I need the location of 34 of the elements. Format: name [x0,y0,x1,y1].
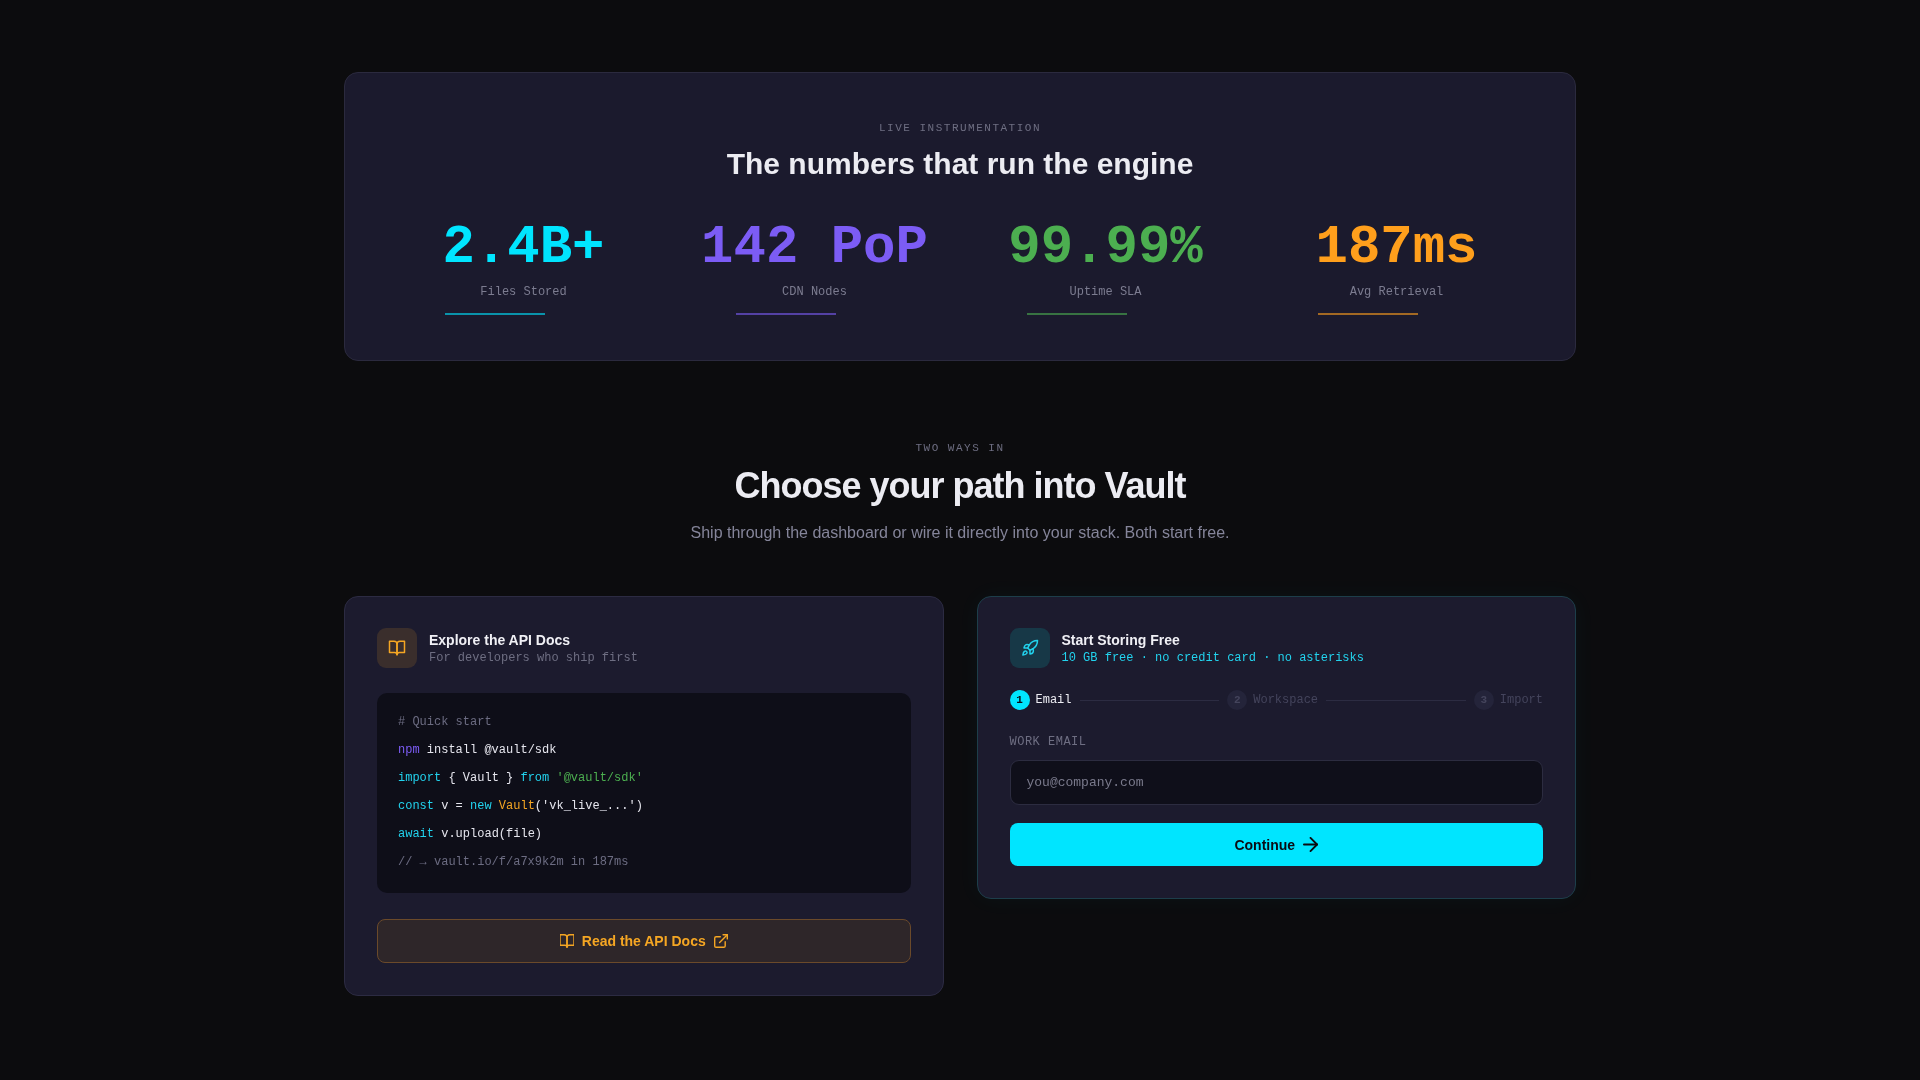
stat-value: 2.4B+ [442,218,605,278]
email-field[interactable]: you@company.com [1009,760,1543,805]
step-number: 1 [1009,690,1030,710]
code-line: import { Vault } from '@vault/sdk' [398,770,643,787]
book-icon [377,628,417,668]
code-line: const v = new Vault('vk_live_...') [398,798,643,815]
stat-label: Files Stored [480,285,567,299]
eyebrow-label: LIVE INSTRUMENTATION [879,121,1041,135]
stat-label: CDN Nodes [782,285,847,299]
book-icon [559,934,574,948]
external-link-icon [713,934,728,948]
stat-value: 99.99% [1008,218,1203,278]
stat-value: 142 PoP [701,218,928,278]
step-label: Email [1035,693,1072,707]
stat-label: Avg Retrieval [1349,285,1444,299]
card-subtitle: 10 GB free · no credit card · no asterisks [1061,650,1364,665]
card-title: Explore the API Docs [429,631,571,649]
continue-button[interactable]: Continue [1009,823,1543,866]
card-title: Start Storing Free [1061,631,1180,649]
code-line: npm install @vault/sdk [398,742,557,759]
stat-label: Uptime SLA [1069,285,1142,299]
section-subtitle: Ship through the dashboard or wire it directly into your stack. Both start free. [690,523,1230,543]
eyebrow-label: TWO WAYS IN [915,441,1005,455]
rocket-icon [1009,628,1050,668]
arrow-right-icon [1303,837,1319,852]
code-line: await v.upload(file) [398,826,543,843]
panel-title: The numbers that run the engine [726,146,1194,182]
read-docs-button[interactable]: Read the API Docs [377,919,911,963]
code-line: # Quick start [398,714,492,731]
card-subtitle: For developers who ship first [429,650,638,665]
code-line: // → vault.io/f/a7x9k2m in 187ms [398,854,629,871]
section-title: Choose your path into Vault [734,464,1186,508]
stat-value: 187ms [1315,218,1478,278]
field-label: WORK EMAIL [1009,735,1087,749]
